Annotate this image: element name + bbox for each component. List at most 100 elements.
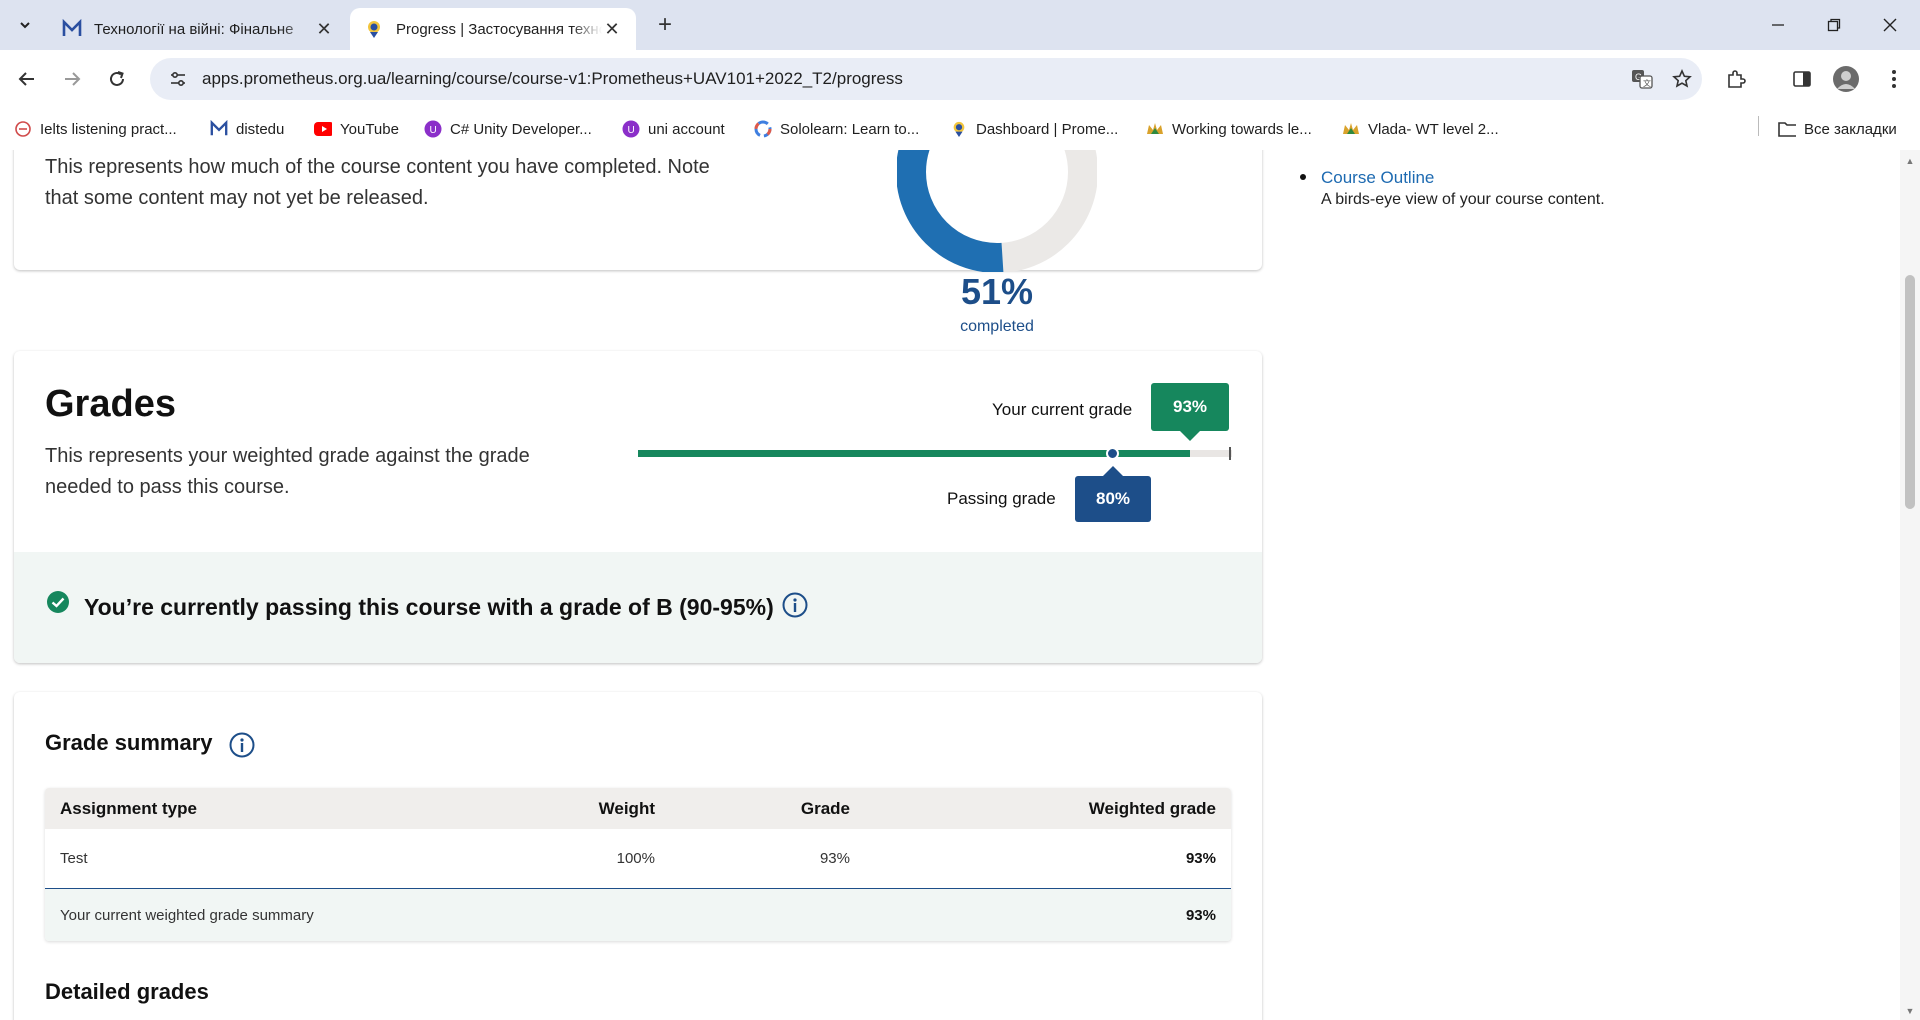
tab-title: Progress | Застосування техно bbox=[396, 20, 602, 38]
bookmarks-bar: Ielts listening pract... distedu YouTube… bbox=[0, 108, 1920, 150]
course-outline-link[interactable]: Course Outline bbox=[1321, 167, 1605, 189]
bookmark-item[interactable]: distedu bbox=[210, 116, 284, 142]
restore-icon bbox=[1827, 18, 1841, 32]
side-panel-button[interactable] bbox=[1784, 62, 1820, 96]
reload-button[interactable] bbox=[100, 62, 134, 96]
reload-icon bbox=[110, 71, 124, 86]
passing-grade-badge: 80% bbox=[1075, 466, 1151, 522]
all-bookmarks-button[interactable]: Все закладки bbox=[1778, 116, 1897, 142]
address-bar[interactable]: apps.prometheus.org.ua/learning/course/c… bbox=[150, 58, 1702, 100]
table-header-row: Assignment type Weight Grade Weighted gr… bbox=[45, 788, 1231, 829]
bookmark-item[interactable]: Sololearn: Learn to... bbox=[754, 116, 919, 142]
bookmark-label: C# Unity Developer... bbox=[450, 120, 592, 138]
completion-label: completed bbox=[960, 318, 1034, 335]
bookmark-item[interactable]: Vlada- WT level 2... bbox=[1342, 116, 1499, 142]
grade-summary-title: Grade summary bbox=[45, 730, 213, 755]
footer-value: 93% bbox=[1185, 906, 1216, 924]
bookmark-star-icon[interactable] bbox=[1662, 69, 1702, 89]
close-icon[interactable]: ✕ bbox=[602, 19, 622, 39]
bookmark-item[interactable]: Ielts listening pract... bbox=[14, 116, 177, 142]
uni-account-icon: U bbox=[622, 120, 640, 138]
translate-icon[interactable]: G文 bbox=[1622, 68, 1662, 90]
location-pin-icon bbox=[950, 120, 968, 138]
bookmark-label: Ielts listening pract... bbox=[40, 120, 177, 138]
tab-title: Технології на війні: Фінальне bbox=[94, 20, 294, 38]
completion-card: This represents how much of the course c… bbox=[14, 150, 1262, 335]
scroll-up-icon[interactable]: ▲ bbox=[1905, 156, 1915, 166]
column-header: Grade bbox=[800, 798, 850, 818]
grade-bar-end bbox=[1229, 447, 1231, 460]
grades-title: Grades bbox=[45, 383, 176, 425]
grade-status-text: You’re currently passing this course wit… bbox=[84, 594, 774, 620]
table-row: Test 100% 93% 93% bbox=[45, 829, 1231, 889]
puzzle-icon bbox=[1728, 70, 1746, 88]
grades-description: This represents your weighted grade agai… bbox=[45, 445, 530, 498]
bookmark-label: Dashboard | Prome... bbox=[976, 120, 1119, 138]
tab-technologies[interactable]: Технології на війні: Фінальне ✕ bbox=[48, 8, 348, 50]
page-content: This represents how much of the course c… bbox=[0, 150, 1920, 1020]
svg-text:U: U bbox=[430, 125, 437, 136]
grade-summary-card: Grade summary Assignment type Weight Gra… bbox=[14, 692, 1262, 1020]
grade-status-banner: You’re currently passing this course wit… bbox=[14, 552, 1262, 663]
bookmark-item[interactable]: Dashboard | Prome... bbox=[950, 116, 1118, 142]
current-grade-badge: 93% bbox=[1151, 383, 1229, 441]
profile-avatar[interactable] bbox=[1828, 62, 1864, 96]
list-item: Course Outline A birds-eye view of your … bbox=[1300, 167, 1605, 211]
completion-percent: 51% bbox=[960, 271, 1034, 312]
grade-summary-table: Assignment type Weight Grade Weighted gr… bbox=[45, 788, 1231, 941]
browser-toolbar: apps.prometheus.org.ua/learning/course/c… bbox=[0, 50, 1920, 108]
completion-description: This represents how much of the course c… bbox=[45, 156, 710, 209]
folder-icon bbox=[1778, 120, 1796, 138]
sidebar-links: Course Outline A birds-eye view of your … bbox=[1300, 167, 1605, 211]
close-window-button[interactable] bbox=[1862, 0, 1918, 50]
bookmark-item[interactable]: U uni account bbox=[622, 116, 725, 142]
close-icon bbox=[1883, 18, 1897, 32]
table-cell: 100% bbox=[616, 850, 655, 867]
crown-icon bbox=[1342, 120, 1360, 138]
side-panel-icon bbox=[1793, 71, 1811, 87]
info-icon[interactable] bbox=[782, 592, 808, 618]
svg-text:U: U bbox=[628, 125, 635, 136]
location-pin-icon bbox=[364, 19, 384, 39]
sololearn-icon bbox=[754, 120, 772, 138]
more-vertical-icon bbox=[1892, 70, 1896, 88]
minimize-button[interactable] bbox=[1750, 0, 1806, 50]
close-icon[interactable]: ✕ bbox=[314, 19, 334, 39]
table-cell: 93% bbox=[1185, 850, 1216, 867]
menu-button[interactable] bbox=[1876, 62, 1912, 96]
extensions-button[interactable] bbox=[1718, 62, 1754, 96]
column-header: Weighted grade bbox=[1088, 798, 1216, 818]
restore-button[interactable] bbox=[1806, 0, 1862, 50]
table-cell: Test bbox=[60, 850, 88, 867]
url-text: apps.prometheus.org.ua/learning/course/c… bbox=[202, 69, 903, 88]
distedu-icon bbox=[210, 120, 228, 138]
column-header: Weight bbox=[598, 798, 655, 818]
grades-card: Grades This represents your weighted gra… bbox=[14, 351, 1262, 663]
scroll-down-icon[interactable]: ▼ bbox=[1905, 1006, 1915, 1016]
bookmark-label: uni account bbox=[648, 120, 725, 138]
info-icon[interactable] bbox=[229, 732, 255, 758]
prometheus-logo-icon bbox=[62, 19, 82, 39]
bookmark-item[interactable]: U C# Unity Developer... bbox=[424, 116, 592, 142]
bookmark-item[interactable]: YouTube bbox=[314, 116, 399, 142]
site-info-icon[interactable] bbox=[160, 70, 196, 88]
passing-grade-label: Passing grade bbox=[947, 489, 1056, 508]
arrow-left-icon bbox=[18, 72, 34, 86]
bookmark-label: Все закладки bbox=[1804, 120, 1897, 138]
tab-search-button[interactable] bbox=[8, 10, 42, 40]
bookmark-item[interactable]: Working towards le... bbox=[1146, 116, 1312, 142]
unity-course-icon: U bbox=[424, 120, 442, 138]
bookmark-label: Vlada- WT level 2... bbox=[1368, 120, 1499, 138]
scrollbar-thumb[interactable] bbox=[1905, 275, 1915, 509]
tab-progress[interactable]: Progress | Застосування техно ✕ bbox=[350, 8, 636, 50]
forward-button[interactable] bbox=[55, 62, 89, 96]
bookmark-label: YouTube bbox=[340, 120, 399, 138]
minimize-icon bbox=[1772, 24, 1784, 26]
arrow-right-icon bbox=[65, 72, 81, 86]
new-tab-button[interactable]: + bbox=[650, 10, 680, 40]
completion-donut bbox=[897, 150, 1097, 272]
back-button[interactable] bbox=[10, 62, 44, 96]
bookmarks-divider bbox=[1758, 116, 1759, 136]
page-scrollbar[interactable]: ▲ ▼ bbox=[1900, 150, 1920, 1020]
svg-text:文: 文 bbox=[1643, 78, 1651, 88]
